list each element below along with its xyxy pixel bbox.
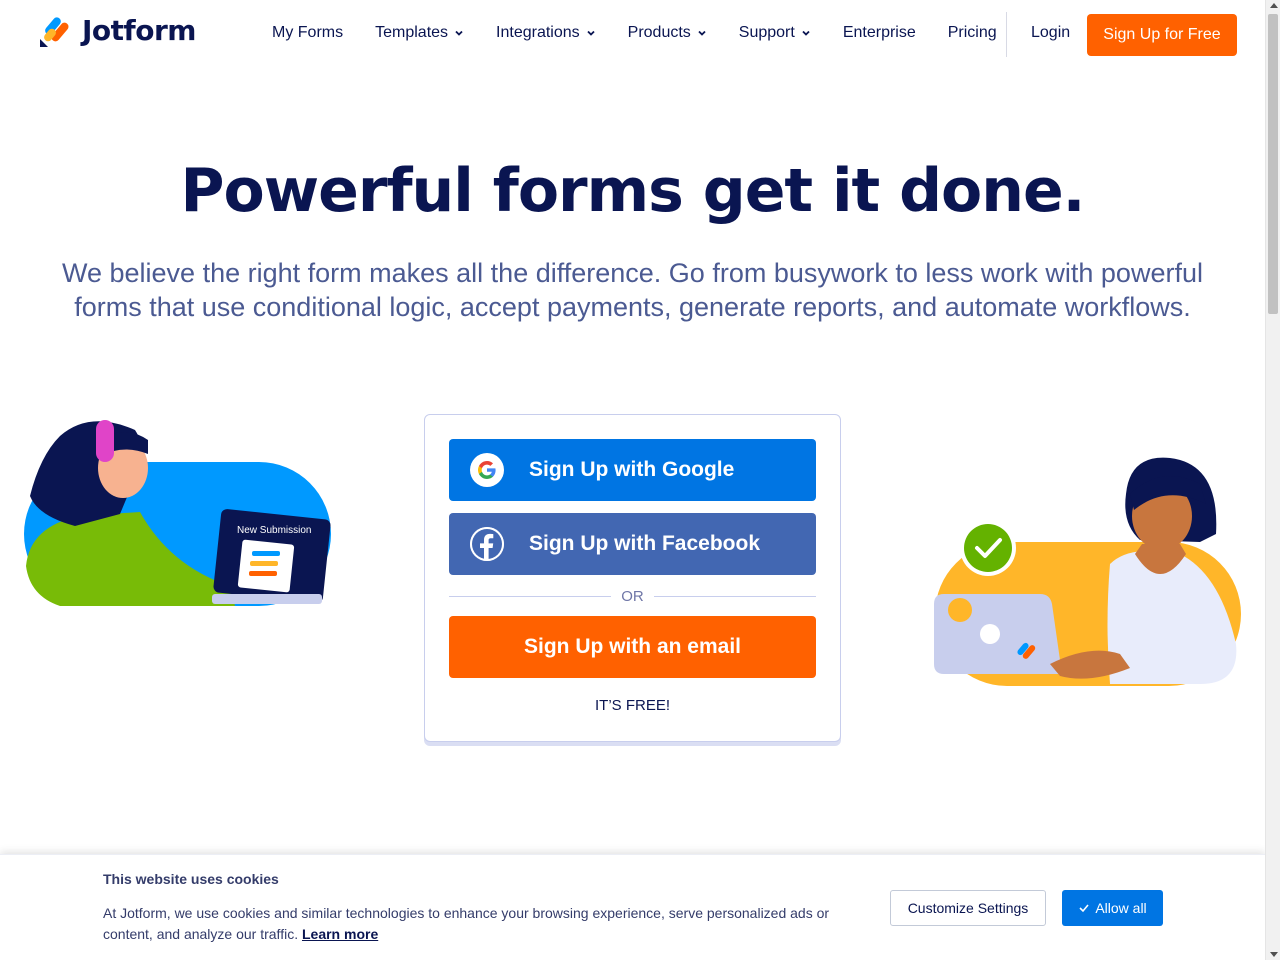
signup-facebook-button[interactable]: Sign Up with Facebook bbox=[449, 513, 816, 575]
logo-text: Jotform bbox=[82, 14, 196, 47]
facebook-icon bbox=[470, 527, 504, 561]
jotform-logo[interactable]: Jotform bbox=[40, 14, 196, 47]
nav-label: Integrations bbox=[496, 24, 580, 41]
woman-computer-illustration bbox=[934, 457, 1241, 686]
signup-free-button[interactable]: Sign Up for Free bbox=[1087, 14, 1237, 56]
facebook-button-label: Sign Up with Facebook bbox=[529, 532, 761, 555]
chevron-down-icon bbox=[698, 30, 706, 36]
customize-settings-button[interactable]: Customize Settings bbox=[890, 890, 1046, 926]
or-label: OR bbox=[621, 587, 644, 605]
nav-pricing[interactable]: Pricing bbox=[948, 24, 997, 42]
laptop-screen-text: New Submission bbox=[237, 525, 311, 536]
jotform-logo-icon bbox=[40, 16, 69, 47]
nav-label: Support bbox=[738, 24, 795, 41]
scrollbar-thumb[interactable] bbox=[1268, 14, 1278, 314]
nav-templates[interactable]: Templates bbox=[375, 24, 464, 42]
cookie-banner: This website uses cookies At Jotform, we… bbox=[0, 854, 1265, 960]
site-header: Jotform My Forms Templates Integrations … bbox=[0, 0, 1265, 72]
scroll-down-arrow-icon[interactable] bbox=[1270, 952, 1278, 957]
google-icon bbox=[470, 453, 504, 487]
chevron-down-icon bbox=[455, 30, 463, 36]
nav-label: Products bbox=[627, 24, 691, 41]
illustration-woman-computer bbox=[930, 454, 1250, 694]
allow-all-label: Allow all bbox=[1095, 900, 1147, 916]
nav-my-forms[interactable]: My Forms bbox=[272, 24, 343, 42]
nav-divider bbox=[1006, 12, 1007, 57]
signup-email-button[interactable]: Sign Up with an email bbox=[449, 616, 816, 678]
illustration-woman-laptop: New Submission bbox=[20, 416, 340, 616]
nav-label: Templates bbox=[375, 24, 449, 41]
its-free-label: IT’S FREE! bbox=[594, 697, 670, 714]
login-link[interactable]: Login bbox=[1031, 24, 1070, 42]
learn-more-link[interactable]: Learn more bbox=[302, 926, 378, 942]
signup-card: Sign Up with Google Sign Up with Faceboo… bbox=[424, 414, 841, 742]
nav-enterprise[interactable]: Enterprise bbox=[843, 24, 916, 42]
nav-label: Pricing bbox=[947, 24, 997, 41]
hero-title: Powerful forms get it done. bbox=[180, 156, 1086, 226]
nav-label: Enterprise bbox=[842, 24, 916, 41]
nav-products[interactable]: Products bbox=[628, 24, 707, 42]
or-divider: OR bbox=[449, 586, 816, 606]
nav-support[interactable]: Support bbox=[739, 24, 811, 42]
divider-line bbox=[653, 595, 816, 597]
scroll-up-arrow-icon[interactable] bbox=[1270, 3, 1278, 8]
allow-all-button[interactable]: Allow all bbox=[1062, 890, 1163, 926]
woman-laptop-illustration: New Submission bbox=[24, 420, 331, 606]
nav-integrations[interactable]: Integrations bbox=[496, 24, 596, 42]
email-button-label: Sign Up with an email bbox=[523, 635, 742, 658]
checkmark-icon bbox=[1079, 904, 1089, 913]
google-button-label: Sign Up with Google bbox=[529, 458, 735, 481]
vertical-scrollbar[interactable] bbox=[1265, 0, 1280, 960]
nav-label: My Forms bbox=[272, 24, 344, 41]
divider-line bbox=[449, 595, 612, 597]
chevron-down-icon bbox=[587, 30, 595, 36]
hero-subtitle: We believe the right form makes all the … bbox=[62, 258, 1203, 322]
chevron-down-icon bbox=[802, 30, 810, 36]
cookie-banner-text: At Jotform, we use cookies and similar t… bbox=[103, 903, 863, 945]
main-nav: My Forms Templates Integrations Products… bbox=[272, 24, 1029, 42]
cookie-banner-body: At Jotform, we use cookies and similar t… bbox=[103, 905, 830, 942]
signup-google-button[interactable]: Sign Up with Google bbox=[449, 439, 816, 501]
cookie-banner-title: This website uses cookies bbox=[103, 871, 279, 887]
